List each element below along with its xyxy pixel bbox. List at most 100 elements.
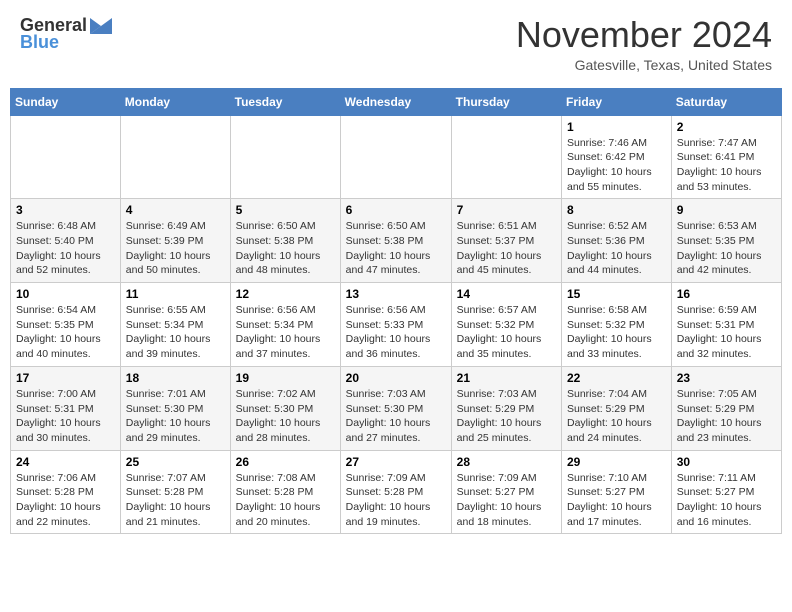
day-info: Sunrise: 7:03 AM Sunset: 5:30 PM Dayligh… <box>346 387 446 446</box>
day-number: 26 <box>236 455 335 469</box>
day-number: 22 <box>567 371 666 385</box>
day-info: Sunrise: 7:47 AM Sunset: 6:41 PM Dayligh… <box>677 136 776 195</box>
day-info: Sunrise: 6:52 AM Sunset: 5:36 PM Dayligh… <box>567 219 666 278</box>
calendar-cell: 1 Sunrise: 7:46 AM Sunset: 6:42 PM Daylig… <box>562 115 672 199</box>
day-info: Sunrise: 6:59 AM Sunset: 5:31 PM Dayligh… <box>677 303 776 362</box>
day-number: 2 <box>677 120 776 134</box>
day-number: 25 <box>126 455 225 469</box>
calendar-cell: 7 Sunrise: 6:51 AM Sunset: 5:37 PM Daylig… <box>451 199 561 283</box>
weekday-header: Monday <box>120 88 230 115</box>
day-info: Sunrise: 6:58 AM Sunset: 5:32 PM Dayligh… <box>567 303 666 362</box>
day-number: 10 <box>16 287 115 301</box>
calendar-cell: 8 Sunrise: 6:52 AM Sunset: 5:36 PM Daylig… <box>562 199 672 283</box>
day-number: 5 <box>236 203 335 217</box>
calendar-cell: 28Sunrise: 7:09 AM Sunset: 5:27 PM Dayli… <box>451 450 561 534</box>
weekday-header: Thursday <box>451 88 561 115</box>
day-info: Sunrise: 7:02 AM Sunset: 5:30 PM Dayligh… <box>236 387 335 446</box>
calendar-week-row: 24 Sunrise: 7:06 AM Sunset: 5:28 PM Dayli… <box>11 450 782 534</box>
calendar-table: SundayMondayTuesdayWednesdayThursdayFrid… <box>10 88 782 535</box>
day-number: 7 <box>457 203 556 217</box>
title-block: November 2024 Gatesville, Texas, United … <box>516 15 772 73</box>
location-text: Gatesville, Texas, United States <box>516 57 772 73</box>
calendar-cell: 16 Sunrise: 6:59 AM Sunset: 5:31 PM Dayli… <box>671 283 781 367</box>
calendar-cell: 15 Sunrise: 6:58 AM Sunset: 5:32 PM Dayli… <box>562 283 672 367</box>
calendar-cell: 25 Sunrise: 7:07 AM Sunset: 5:28 PM Dayli… <box>120 450 230 534</box>
day-info: Sunrise: 7:04 AM Sunset: 5:29 PM Dayligh… <box>567 387 666 446</box>
calendar-cell: 2 Sunrise: 7:47 AM Sunset: 6:41 PM Daylig… <box>671 115 781 199</box>
day-info: Sunrise: 6:48 AM Sunset: 5:40 PM Dayligh… <box>16 219 115 278</box>
day-info: Sunrise: 6:53 AM Sunset: 5:35 PM Dayligh… <box>677 219 776 278</box>
day-info: Sunrise: 7:10 AM Sunset: 5:27 PM Dayligh… <box>567 471 666 530</box>
calendar-cell: 14 Sunrise: 6:57 AM Sunset: 5:32 PM Dayli… <box>451 283 561 367</box>
day-info: Sunrise: 6:49 AM Sunset: 5:39 PM Dayligh… <box>126 219 225 278</box>
weekday-header: Sunday <box>11 88 121 115</box>
calendar-cell: 9 Sunrise: 6:53 AM Sunset: 5:35 PM Daylig… <box>671 199 781 283</box>
day-number: 1 <box>567 120 666 134</box>
calendar-cell: 20 Sunrise: 7:03 AM Sunset: 5:30 PM Dayli… <box>340 366 451 450</box>
day-info: Sunrise: 7:46 AM Sunset: 6:42 PM Dayligh… <box>567 136 666 195</box>
calendar-cell: 21 Sunrise: 7:03 AM Sunset: 5:29 PM Dayli… <box>451 366 561 450</box>
calendar-cell: 18Sunrise: 7:01 AM Sunset: 5:30 PM Dayli… <box>120 366 230 450</box>
calendar-cell: 26 Sunrise: 7:08 AM Sunset: 5:28 PM Dayli… <box>230 450 340 534</box>
calendar-cell: 19Sunrise: 7:02 AM Sunset: 5:30 PM Dayli… <box>230 366 340 450</box>
day-info: Sunrise: 7:06 AM Sunset: 5:28 PM Dayligh… <box>16 471 115 530</box>
logo-icon <box>90 16 112 34</box>
day-number: 9 <box>677 203 776 217</box>
day-info: Sunrise: 6:56 AM Sunset: 5:34 PM Dayligh… <box>236 303 335 362</box>
day-number: 17 <box>16 371 115 385</box>
day-number: 29 <box>567 455 666 469</box>
calendar-week-row: 1 Sunrise: 7:46 AM Sunset: 6:42 PM Daylig… <box>11 115 782 199</box>
day-number: 21 <box>457 371 556 385</box>
day-info: Sunrise: 7:09 AM Sunset: 5:28 PM Dayligh… <box>346 471 446 530</box>
calendar-week-row: 3 Sunrise: 6:48 AM Sunset: 5:40 PM Daylig… <box>11 199 782 283</box>
calendar-cell: 5Sunrise: 6:50 AM Sunset: 5:38 PM Daylig… <box>230 199 340 283</box>
day-number: 16 <box>677 287 776 301</box>
day-info: Sunrise: 7:05 AM Sunset: 5:29 PM Dayligh… <box>677 387 776 446</box>
calendar-cell: 10 Sunrise: 6:54 AM Sunset: 5:35 PM Dayli… <box>11 283 121 367</box>
calendar-cell: 3 Sunrise: 6:48 AM Sunset: 5:40 PM Daylig… <box>11 199 121 283</box>
day-info: Sunrise: 7:11 AM Sunset: 5:27 PM Dayligh… <box>677 471 776 530</box>
day-number: 20 <box>346 371 446 385</box>
calendar-cell <box>230 115 340 199</box>
calendar-cell <box>340 115 451 199</box>
day-info: Sunrise: 7:03 AM Sunset: 5:29 PM Dayligh… <box>457 387 556 446</box>
logo-blue-text: Blue <box>20 32 59 53</box>
calendar-cell <box>451 115 561 199</box>
day-info: Sunrise: 7:08 AM Sunset: 5:28 PM Dayligh… <box>236 471 335 530</box>
day-info: Sunrise: 6:54 AM Sunset: 5:35 PM Dayligh… <box>16 303 115 362</box>
day-info: Sunrise: 7:09 AM Sunset: 5:27 PM Dayligh… <box>457 471 556 530</box>
weekday-header: Saturday <box>671 88 781 115</box>
page-header: General Blue November 2024 Gatesville, T… <box>10 10 782 78</box>
calendar-cell: 23 Sunrise: 7:05 AM Sunset: 5:29 PM Dayli… <box>671 366 781 450</box>
calendar-body: 1 Sunrise: 7:46 AM Sunset: 6:42 PM Daylig… <box>11 115 782 534</box>
day-number: 24 <box>16 455 115 469</box>
day-info: Sunrise: 7:07 AM Sunset: 5:28 PM Dayligh… <box>126 471 225 530</box>
weekday-row: SundayMondayTuesdayWednesdayThursdayFrid… <box>11 88 782 115</box>
calendar-cell: 27 Sunrise: 7:09 AM Sunset: 5:28 PM Dayli… <box>340 450 451 534</box>
day-info: Sunrise: 6:56 AM Sunset: 5:33 PM Dayligh… <box>346 303 446 362</box>
day-number: 11 <box>126 287 225 301</box>
day-number: 12 <box>236 287 335 301</box>
calendar-cell: 22 Sunrise: 7:04 AM Sunset: 5:29 PM Dayli… <box>562 366 672 450</box>
day-info: Sunrise: 7:00 AM Sunset: 5:31 PM Dayligh… <box>16 387 115 446</box>
day-number: 23 <box>677 371 776 385</box>
day-number: 3 <box>16 203 115 217</box>
day-info: Sunrise: 6:51 AM Sunset: 5:37 PM Dayligh… <box>457 219 556 278</box>
day-number: 8 <box>567 203 666 217</box>
calendar-cell: 24 Sunrise: 7:06 AM Sunset: 5:28 PM Dayli… <box>11 450 121 534</box>
day-number: 4 <box>126 203 225 217</box>
calendar-week-row: 17 Sunrise: 7:00 AM Sunset: 5:31 PM Dayli… <box>11 366 782 450</box>
calendar-cell: 17 Sunrise: 7:00 AM Sunset: 5:31 PM Dayli… <box>11 366 121 450</box>
day-number: 14 <box>457 287 556 301</box>
day-number: 27 <box>346 455 446 469</box>
day-number: 15 <box>567 287 666 301</box>
weekday-header: Tuesday <box>230 88 340 115</box>
weekday-header: Wednesday <box>340 88 451 115</box>
calendar-cell: 4 Sunrise: 6:49 AM Sunset: 5:39 PM Daylig… <box>120 199 230 283</box>
logo: General Blue <box>20 15 112 53</box>
day-info: Sunrise: 6:57 AM Sunset: 5:32 PM Dayligh… <box>457 303 556 362</box>
calendar-cell: 12 Sunrise: 6:56 AM Sunset: 5:34 PM Dayli… <box>230 283 340 367</box>
calendar-cell: 29 Sunrise: 7:10 AM Sunset: 5:27 PM Dayli… <box>562 450 672 534</box>
calendar-week-row: 10 Sunrise: 6:54 AM Sunset: 5:35 PM Dayli… <box>11 283 782 367</box>
calendar-header: SundayMondayTuesdayWednesdayThursdayFrid… <box>11 88 782 115</box>
